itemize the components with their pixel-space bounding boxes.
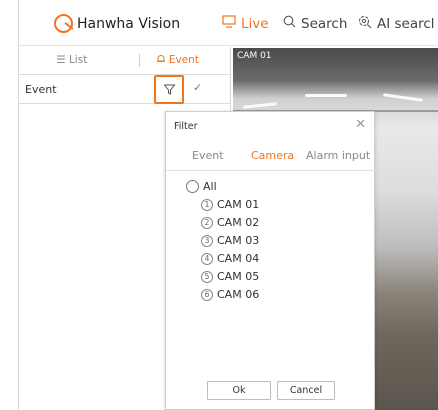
option-cam-label: CAM 04 (217, 252, 260, 265)
option-cam-label: CAM 02 (217, 216, 260, 229)
sidebar-tabs: ☰ List Event (19, 47, 230, 73)
dialog-tab-event[interactable]: Event (192, 149, 224, 162)
list-icon: ☰ (56, 54, 69, 66)
number-circle-icon: 1 (201, 198, 213, 211)
nav-search[interactable]: Search (283, 15, 347, 32)
nav-ai-search[interactable]: AI searcl (358, 15, 435, 33)
search-icon (283, 15, 296, 32)
filter-button[interactable] (154, 75, 184, 104)
ok-button[interactable]: Ok (207, 381, 271, 400)
tab-event-label: Event (168, 54, 199, 66)
option-cam[interactable]: 3 CAM 03 (201, 234, 259, 247)
option-cam[interactable]: 2 CAM 02 (201, 216, 259, 229)
camera-title: CAM 01 (237, 51, 272, 61)
option-all[interactable]: All (186, 180, 217, 193)
nav-live[interactable]: Live (222, 15, 269, 32)
tab-event[interactable]: Event (125, 54, 231, 66)
ai-search-icon (358, 15, 372, 33)
filter-dialog: Filter ✕ Event Camera Alarm input All 1 … (165, 111, 376, 410)
tab-separator (139, 54, 140, 67)
monitor-icon (222, 15, 236, 32)
filter-icon (162, 84, 176, 95)
close-icon[interactable]: ✕ (355, 117, 366, 132)
option-cam-label: CAM 06 (217, 288, 260, 301)
nav-search-label: Search (301, 15, 348, 32)
dialog-tab-alarm-input[interactable]: Alarm input (306, 149, 370, 162)
option-cam-label: CAM 05 (217, 270, 260, 283)
option-all-label: All (203, 180, 217, 193)
dialog-title: Filter (174, 121, 198, 132)
nav-live-label: Live (241, 15, 269, 32)
ceiling-light (382, 93, 424, 102)
number-circle-icon: 2 (201, 216, 213, 229)
dialog-tabs: Event Camera Alarm input (166, 145, 376, 171)
cancel-button[interactable]: Cancel (277, 381, 335, 400)
option-cam[interactable]: 4 CAM 04 (201, 252, 259, 265)
logo-text: Hanwha Vision (77, 15, 181, 32)
option-cam[interactable]: 6 CAM 06 (201, 288, 259, 301)
option-cam[interactable]: 1 CAM 01 (201, 198, 259, 211)
radio-icon (186, 180, 199, 193)
hanwha-logo-icon (54, 14, 73, 33)
number-circle-icon: 4 (201, 252, 213, 265)
bell-icon (156, 54, 169, 66)
ceiling-light (305, 94, 347, 97)
option-cam-label: CAM 01 (217, 198, 260, 211)
number-circle-icon: 3 (201, 234, 213, 247)
option-cam-label: CAM 03 (217, 234, 260, 247)
event-row-label: Event (25, 83, 57, 96)
tab-list[interactable]: ☰ List (19, 54, 125, 66)
brand-logo: Hanwha Vision (54, 14, 180, 33)
number-circle-icon: 5 (201, 270, 213, 283)
dialog-tab-camera[interactable]: Camera (251, 149, 294, 162)
check-icon[interactable]: ✓ (193, 81, 202, 94)
ceiling-light (242, 102, 278, 109)
option-cam[interactable]: 5 CAM 05 (201, 270, 259, 283)
nav-ai-search-label: AI searcl (377, 16, 435, 32)
number-circle-icon: 6 (201, 288, 213, 301)
tab-list-label: List (68, 54, 88, 66)
event-row[interactable]: Event ✓ (19, 74, 230, 104)
